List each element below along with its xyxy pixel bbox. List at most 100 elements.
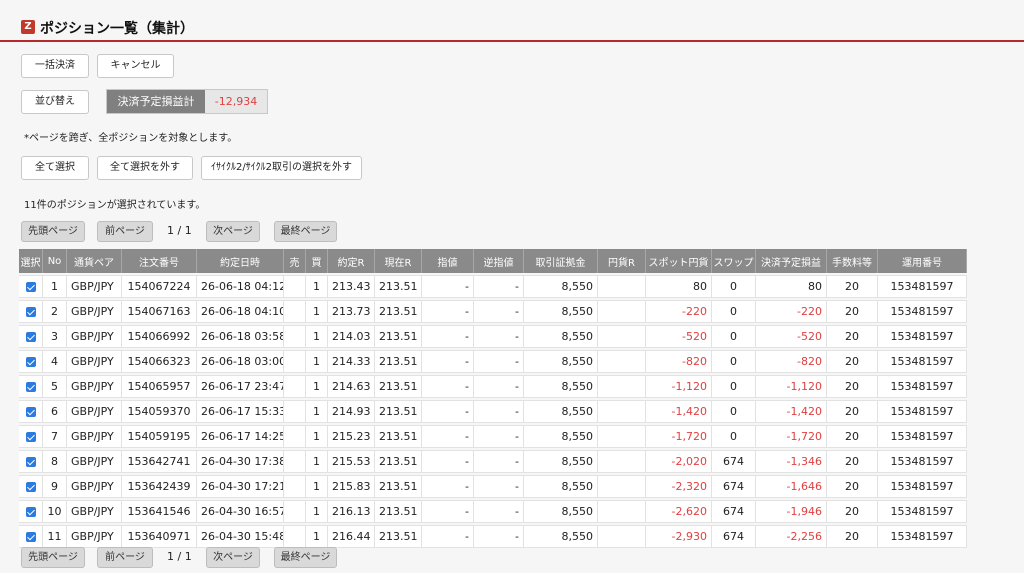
cell-pnl: -1,720 xyxy=(756,425,827,448)
row-select-cell[interactable] xyxy=(19,500,43,523)
row-select-cell[interactable] xyxy=(19,300,43,323)
cell-buy: 1 xyxy=(306,275,328,298)
cell-exec: 215.53 xyxy=(328,450,375,473)
cell-margin: 8,550 xyxy=(524,525,598,548)
cell-spot: -520 xyxy=(646,325,712,348)
bulk-settle-button[interactable]: 一括決済 xyxy=(21,54,89,78)
cell-buy: 1 xyxy=(306,475,328,498)
row-checkbox[interactable] xyxy=(25,507,36,517)
deselect-all-button[interactable]: 全て選択を外す xyxy=(97,156,193,180)
row-select-cell[interactable] xyxy=(19,450,43,473)
row-checkbox[interactable] xyxy=(25,482,36,492)
cell-no: 9 xyxy=(43,475,67,498)
cell-pair: GBP/JPY xyxy=(67,500,122,523)
cell-no: 6 xyxy=(43,400,67,423)
column-header: 運用番号 xyxy=(878,249,967,273)
table-row[interactable]: 5 GBP/JPY 154065957 26-06-17 23:47 1 214.63 21… xyxy=(19,375,967,398)
cell-limit: - xyxy=(422,525,474,548)
cell-no: 7 xyxy=(43,425,67,448)
next-page-button-bottom[interactable]: 次ページ xyxy=(206,547,260,568)
cell-fee: 20 xyxy=(827,400,878,423)
cell-order: 154059195 xyxy=(122,425,197,448)
sort-button[interactable]: 並び替え xyxy=(21,90,89,114)
cell-limit: - xyxy=(422,375,474,398)
row-select-cell[interactable] xyxy=(19,350,43,373)
row-checkbox[interactable] xyxy=(25,307,36,317)
row-checkbox[interactable] xyxy=(25,432,36,442)
cell-pair: GBP/JPY xyxy=(67,400,122,423)
cell-pnl: -1,120 xyxy=(756,375,827,398)
cell-cur: 213.51 xyxy=(375,275,422,298)
row-checkbox[interactable] xyxy=(25,332,36,342)
cell-buy: 1 xyxy=(306,450,328,473)
table-row[interactable]: 6 GBP/JPY 154059370 26-06-17 15:33 1 214.93 21… xyxy=(19,400,967,423)
cell-exec: 214.03 xyxy=(328,325,375,348)
cell-swap: 0 xyxy=(712,325,756,348)
cell-stop: - xyxy=(474,450,524,473)
table-row[interactable]: 8 GBP/JPY 153642741 26-04-30 17:38 1 215.53 21… xyxy=(19,450,967,473)
cell-cur: 213.51 xyxy=(375,375,422,398)
prev-page-button-bottom[interactable]: 前ページ xyxy=(97,547,153,568)
table-row[interactable]: 11 GBP/JPY 153640971 26-04-30 15:48 1 216.44 2… xyxy=(19,525,967,548)
table-row[interactable]: 2 GBP/JPY 154067163 26-06-18 04:10 1 213.73 21… xyxy=(19,300,967,323)
cell-spot: -1,720 xyxy=(646,425,712,448)
cell-sell xyxy=(284,275,306,298)
row-select-cell[interactable] xyxy=(19,525,43,548)
row-checkbox[interactable] xyxy=(25,532,36,542)
table-row[interactable]: 3 GBP/JPY 154066992 26-06-18 03:58 1 214.03 21… xyxy=(19,325,967,348)
cell-exec: 216.13 xyxy=(328,500,375,523)
table-row[interactable]: 4 GBP/JPY 154066323 26-06-18 03:00 1 214.33 21… xyxy=(19,350,967,373)
cell-spot: -1,420 xyxy=(646,400,712,423)
column-header: 円貨R xyxy=(598,249,646,273)
cell-buy: 1 xyxy=(306,375,328,398)
row-select-cell[interactable] xyxy=(19,400,43,423)
row-checkbox[interactable] xyxy=(25,457,36,467)
cell-cur: 213.51 xyxy=(375,475,422,498)
first-page-button[interactable]: 先頭ページ xyxy=(21,221,85,242)
cell-swap: 0 xyxy=(712,400,756,423)
deselect-cycle-button[interactable]: ｲｻｲｸﾙ2/ｻｲｸﾙ2取引の選択を外す xyxy=(201,156,362,180)
cell-cur: 213.51 xyxy=(375,525,422,548)
cell-stop: - xyxy=(474,425,524,448)
last-page-button-bottom[interactable]: 最終ページ xyxy=(274,547,337,568)
last-page-button[interactable]: 最終ページ xyxy=(274,221,337,242)
table-row[interactable]: 7 GBP/JPY 154059195 26-06-17 14:25 1 215.23 21… xyxy=(19,425,967,448)
cell-pair: GBP/JPY xyxy=(67,300,122,323)
cell-no: 4 xyxy=(43,350,67,373)
select-all-button[interactable]: 全て選択 xyxy=(21,156,89,180)
cell-limit: - xyxy=(422,300,474,323)
cell-fee: 20 xyxy=(827,275,878,298)
table-row[interactable]: 10 GBP/JPY 153641546 26-04-30 16:57 1 216.13 2… xyxy=(19,500,967,523)
cell-order: 154067224 xyxy=(122,275,197,298)
cell-exec: 213.73 xyxy=(328,300,375,323)
table-row[interactable]: 1 GBP/JPY 154067224 26-06-18 04:12 1 213.43 21… xyxy=(19,275,967,298)
cell-pnl: -820 xyxy=(756,350,827,373)
row-select-cell[interactable] xyxy=(19,375,43,398)
prev-page-button[interactable]: 前ページ xyxy=(97,221,153,242)
row-checkbox[interactable] xyxy=(25,282,36,292)
row-checkbox[interactable] xyxy=(25,407,36,417)
row-select-cell[interactable] xyxy=(19,425,43,448)
cancel-button[interactable]: キャンセル xyxy=(97,54,174,78)
cell-limit: - xyxy=(422,475,474,498)
positions-table: 選択 No 通貨ペア 注文番号 約定日時売買約定R 現在R 指値 逆指値 取引証拠金 円貨R スポッ… xyxy=(19,247,967,550)
next-page-button[interactable]: 次ページ xyxy=(206,221,260,242)
row-select-cell[interactable] xyxy=(19,325,43,348)
row-checkbox[interactable] xyxy=(25,382,36,392)
row-checkbox[interactable] xyxy=(25,357,36,367)
cell-sell xyxy=(284,300,306,323)
row-select-cell[interactable] xyxy=(19,475,43,498)
cell-cur: 213.51 xyxy=(375,450,422,473)
cell-cur: 213.51 xyxy=(375,400,422,423)
table-row[interactable]: 9 GBP/JPY 153642439 26-04-30 17:21 1 215.83 21… xyxy=(19,475,967,498)
cell-jpy xyxy=(598,475,646,498)
cell-no: 2 xyxy=(43,300,67,323)
cell-jpy xyxy=(598,400,646,423)
cell-op: 153481597 xyxy=(878,275,967,298)
cell-exec: 216.44 xyxy=(328,525,375,548)
cell-fee: 20 xyxy=(827,375,878,398)
first-page-button-bottom[interactable]: 先頭ページ xyxy=(21,547,85,568)
cell-swap: 674 xyxy=(712,475,756,498)
cell-dt: 26-06-18 04:12 xyxy=(197,275,284,298)
row-select-cell[interactable] xyxy=(19,275,43,298)
